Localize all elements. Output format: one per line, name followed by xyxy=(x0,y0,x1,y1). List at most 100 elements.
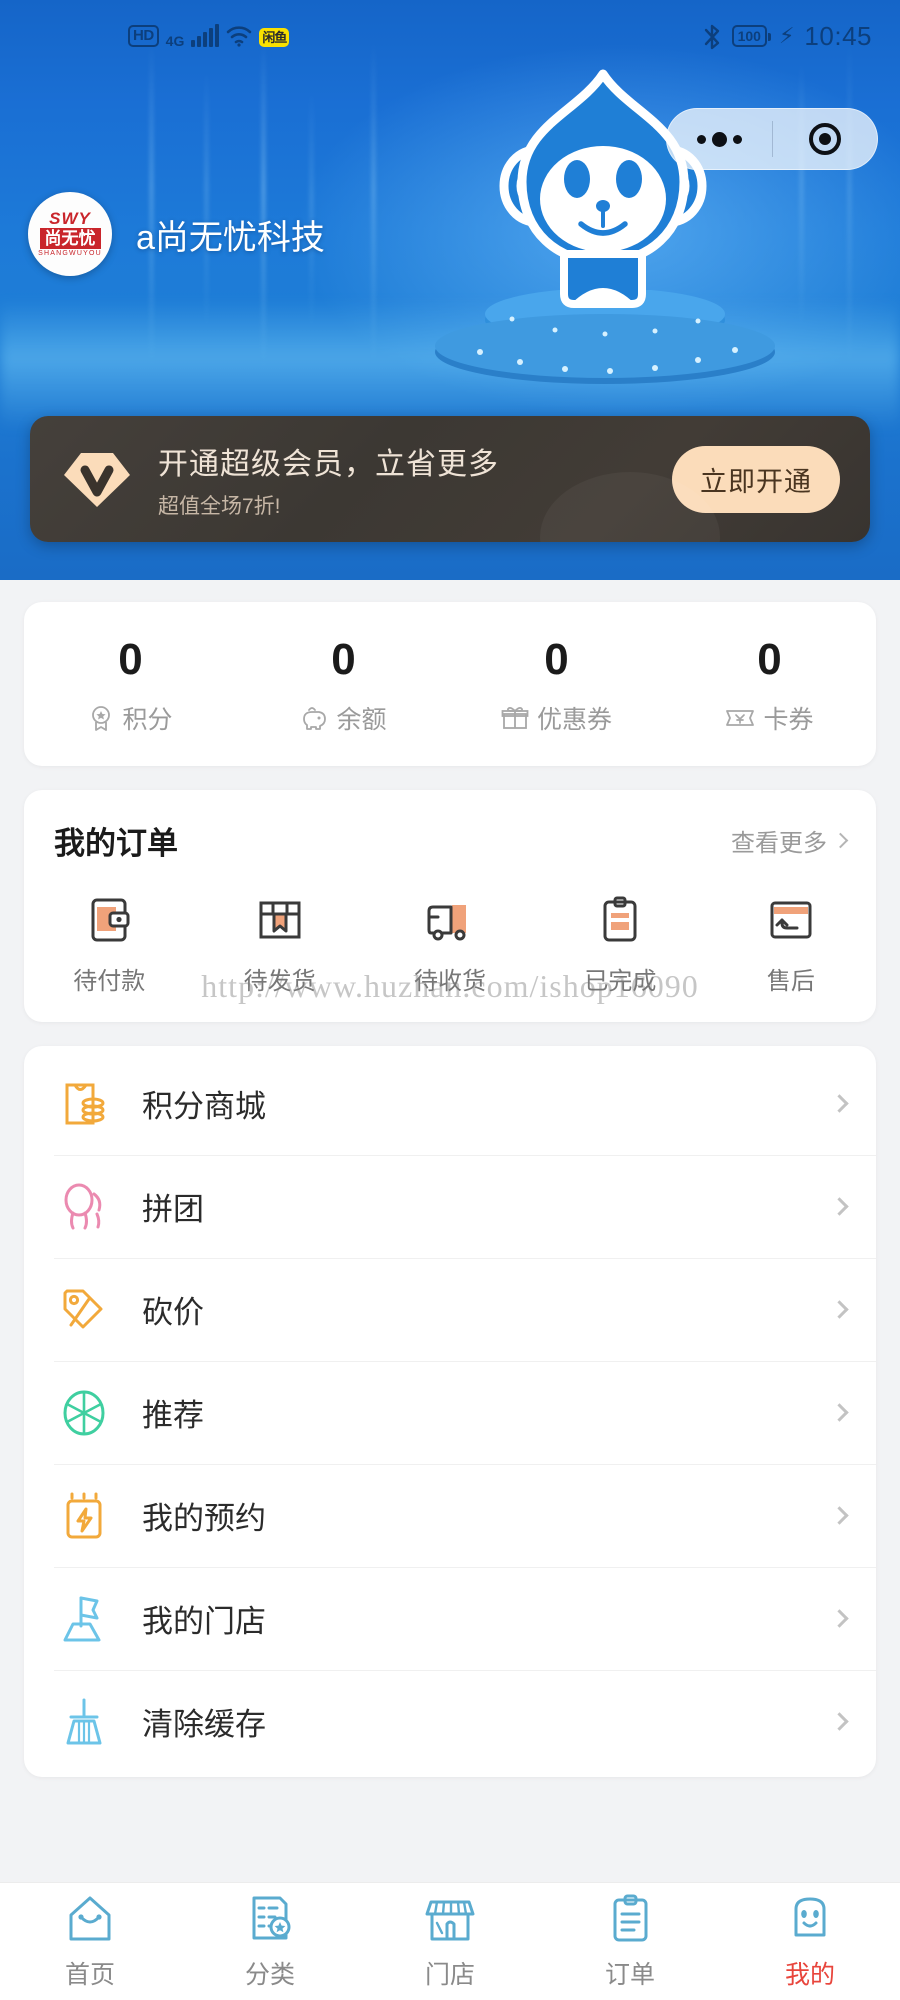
vip-banner[interactable]: 开通超级会员，立省更多 超值全场7折! 立即开通 xyxy=(30,416,870,542)
stat-label: 余额 xyxy=(336,706,387,734)
tab-label: 门店 xyxy=(424,1960,475,1989)
target-circle-icon xyxy=(808,123,841,155)
vip-activate-button[interactable]: 立即开通 xyxy=(672,445,840,513)
bargain-tag-icon xyxy=(54,1280,114,1340)
chevron-right-icon xyxy=(830,1094,849,1113)
brand-block: SWY 尚无忧 SHANGWUYOU a尚无忧科技 xyxy=(28,192,325,276)
points-mall-icon xyxy=(54,1074,114,1134)
stat-card[interactable]: 0 卡券 xyxy=(663,636,876,736)
order-tab-label: 待收货 xyxy=(414,968,487,995)
order-tab-label: 待付款 xyxy=(73,968,146,995)
chevron-right-icon xyxy=(830,1197,849,1216)
order-tab-unpaid[interactable]: 待付款 xyxy=(24,893,194,996)
menu-item-label: 积分商城 xyxy=(142,1089,266,1124)
tab-home[interactable]: 首页 xyxy=(0,1893,180,1991)
group-buy-icon xyxy=(54,1177,114,1237)
menu-item-recommend[interactable]: 推荐 xyxy=(24,1361,876,1464)
chevron-right-icon xyxy=(832,832,849,849)
brand-name: a尚无忧科技 xyxy=(136,218,325,257)
menu-item-label: 我的门店 xyxy=(142,1604,266,1639)
menu-item-bargain[interactable]: 砍价 xyxy=(24,1258,876,1361)
home-icon xyxy=(69,1896,111,1940)
menu-item-group-buy[interactable]: 拼团 xyxy=(24,1155,876,1258)
stat-label-wrap: 余额 xyxy=(237,700,450,736)
bottom-tab-bar: 首页 分类 门店 订单 我的 xyxy=(0,1882,900,2000)
menu-item-label: 砍价 xyxy=(142,1295,204,1330)
hd-icon: HD xyxy=(128,25,159,47)
charging-bolt-icon: ⚡ xyxy=(778,23,795,48)
stat-label-wrap: 卡券 xyxy=(663,700,876,736)
stat-label: 卡券 xyxy=(763,706,814,734)
orders-view-more-button[interactable]: 查看更多 xyxy=(731,823,849,858)
order-tab-label: 售后 xyxy=(766,968,815,995)
stat-value: 0 xyxy=(757,635,782,684)
stat-value: 0 xyxy=(331,635,356,684)
swy-logo: SWY 尚无忧 SHANGWUYOU xyxy=(28,192,112,276)
clipboard-done-icon xyxy=(603,896,637,942)
order-tab-unshipped[interactable]: 待发货 xyxy=(194,893,364,996)
tab-store[interactable]: 门店 xyxy=(360,1893,540,1991)
tab-label: 分类 xyxy=(244,1960,295,1989)
stat-balance[interactable]: 0 余额 xyxy=(237,636,450,736)
store-icon xyxy=(425,1900,475,1940)
menu-item-label: 推荐 xyxy=(142,1398,204,1433)
chevron-right-icon xyxy=(830,1403,849,1422)
medal-icon xyxy=(92,706,111,731)
bluetooth-icon xyxy=(702,23,722,50)
orders-header: 我的订单 查看更多 xyxy=(24,818,876,863)
clock-label: 10:45 xyxy=(804,20,872,51)
order-icon xyxy=(613,1894,648,1941)
stat-label-wrap: 积分 xyxy=(24,700,237,736)
menu-item-label: 清除缓存 xyxy=(142,1707,266,1742)
category-icon xyxy=(252,1896,291,1939)
orders-card: 我的订单 查看更多 待付款 待发货 待收货 已完成 售后 xyxy=(24,790,876,1022)
orders-more-label: 查看更多 xyxy=(731,830,827,857)
order-tab-shipped[interactable]: 待收货 xyxy=(365,893,535,996)
order-tab-completed[interactable]: 已完成 xyxy=(535,893,705,996)
chevron-right-icon xyxy=(830,1506,849,1525)
miniprogram-capsule[interactable] xyxy=(666,108,878,170)
stat-coupon[interactable]: 0 优惠券 xyxy=(450,636,663,736)
battery-icon: 100 xyxy=(731,25,772,47)
profile-icon xyxy=(794,1897,826,1936)
xianyu-badge-icon: 闲鱼 xyxy=(259,28,290,47)
tab-profile[interactable]: 我的 xyxy=(720,1893,900,1991)
stats-card: 0 积分 0 余额 0 优惠券 0 卡券 xyxy=(24,602,876,766)
menu-item-points-mall[interactable]: 积分商城 xyxy=(24,1052,876,1155)
more-dots-icon xyxy=(696,131,742,147)
my-store-flag-icon xyxy=(54,1589,114,1649)
menu-item-clear-cache[interactable]: 清除缓存 xyxy=(24,1670,876,1773)
vip-title: 开通超级会员，立省更多 xyxy=(158,447,499,481)
order-status-tabs: 待付款 待发货 待收货 已完成 售后 xyxy=(24,893,876,996)
logo-initials: SWY xyxy=(49,208,91,228)
gift-icon xyxy=(501,707,529,729)
tab-category[interactable]: 分类 xyxy=(180,1893,360,1991)
menu-item-label: 拼团 xyxy=(142,1192,204,1227)
aperture-icon xyxy=(54,1383,114,1443)
menu-item-appointment[interactable]: 我的预约 xyxy=(24,1464,876,1567)
vip-subtitle: 超值全场7折! xyxy=(158,494,281,518)
ticket-yuan-icon xyxy=(726,710,755,726)
vip-diamond-icon xyxy=(60,445,134,513)
tab-label: 首页 xyxy=(64,1960,115,1989)
order-tab-aftersale[interactable]: 售后 xyxy=(706,893,876,996)
signal-bars-icon xyxy=(191,24,220,47)
wifi-icon xyxy=(226,25,252,47)
4g-signal-icon: 4G xyxy=(165,33,185,49)
orders-title: 我的订单 xyxy=(54,826,178,861)
menu-item-my-store[interactable]: 我的门店 xyxy=(24,1567,876,1670)
capsule-close-button[interactable] xyxy=(773,123,878,155)
stat-label-wrap: 优惠券 xyxy=(450,700,663,736)
page-header: HD 4G 闲鱼 100 ⚡ 10:45 SWY 尚无忧 SHANGWUYOU … xyxy=(0,0,900,580)
order-tab-label: 已完成 xyxy=(584,968,657,995)
appointment-icon xyxy=(54,1486,114,1546)
tab-order[interactable]: 订单 xyxy=(540,1893,720,1991)
capsule-menu-button[interactable] xyxy=(667,131,772,147)
delivery-truck-icon xyxy=(427,905,467,941)
stat-points[interactable]: 0 积分 xyxy=(24,636,237,736)
logo-pinyin: SHANGWUYOU xyxy=(38,249,102,257)
stat-label: 优惠券 xyxy=(536,706,612,734)
logo-chinese-name: 尚无忧 xyxy=(39,227,101,249)
menu-item-label: 我的预约 xyxy=(142,1501,266,1536)
return-refund-icon xyxy=(770,901,812,939)
